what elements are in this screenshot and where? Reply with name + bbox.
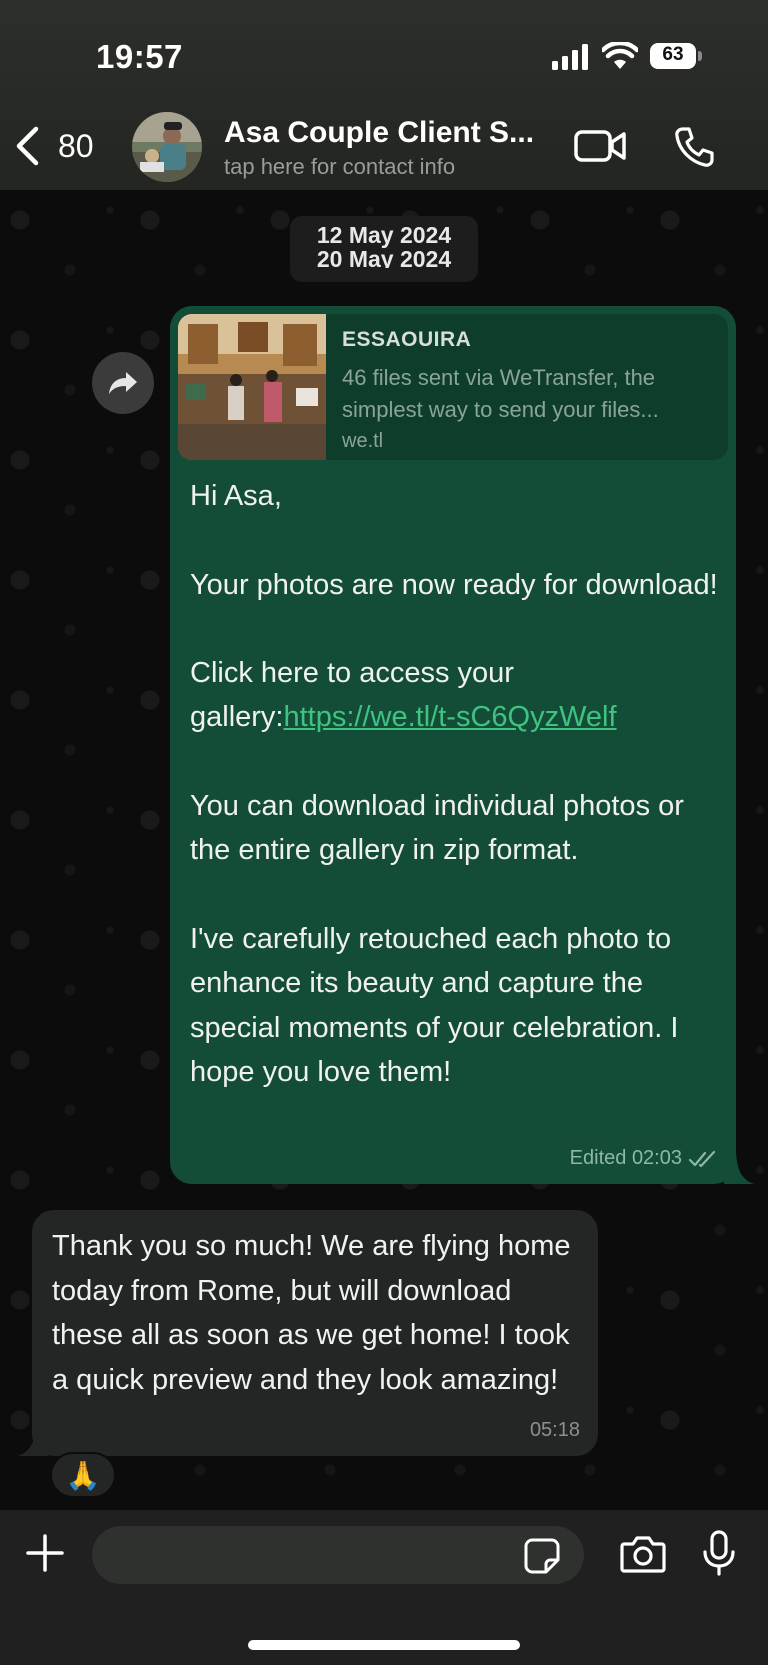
message-paragraph: Your photos are now ready for download! [190,568,718,601]
contact-info-hint[interactable]: tap here for contact info [224,154,455,180]
link-preview-card[interactable]: ESSAOUIRA 46 files sent via WeTransfer, … [178,314,728,460]
wifi-icon [602,42,638,69]
contact-name[interactable]: Asa Couple Client S... [224,116,534,150]
outgoing-message[interactable]: ESSAOUIRA 46 files sent via WeTransfer, … [170,306,736,1184]
phone-icon[interactable] [674,126,714,168]
home-indicator [248,1640,520,1650]
praying-hands-emoji: 🙏 [65,1459,101,1491]
date-label: 12 May 2024 [316,222,452,248]
message-input[interactable] [92,1526,584,1584]
link-preview-title: ESSAOUIRA [342,328,472,351]
sticker-icon[interactable] [524,1538,560,1574]
contact-avatar[interactable] [132,112,202,182]
video-camera-icon[interactable] [574,128,626,164]
date-label-overlap: 20 May 2024 [316,246,452,268]
gallery-link[interactable]: https://we.tl/t-sC6QyzWelf [284,701,617,733]
message-greeting: Hi Asa, [190,480,282,512]
plus-icon[interactable] [26,1534,64,1572]
chevron-left-icon [16,126,39,166]
forward-button[interactable] [92,352,154,414]
message-body: Thank you so much! We are flying home to… [52,1230,571,1396]
back-button[interactable]: 80 [14,124,94,168]
battery-icon: 63 [650,43,702,69]
link-preview-domain: we.tl [342,430,384,452]
incoming-message[interactable]: Thank you so much! We are flying home to… [32,1210,598,1456]
message-timestamp: 05:18 [529,1419,580,1441]
avatar-image [132,112,202,182]
battery-level: 63 [662,44,684,65]
cellular-signal-icon [552,44,588,70]
edited-timestamp: Edited 02:03 [569,1147,682,1169]
message-paragraph: I've carefully retouched each photo to e… [190,922,679,1088]
message-paragraph: You can download individual photos or th… [190,790,684,867]
message-body: Hi Asa, Your photos are now ready for do… [190,474,720,1094]
camera-icon[interactable] [620,1534,666,1574]
unread-count: 80 [58,127,94,164]
link-preview-thumbnail [178,314,326,460]
double-check-icon [688,1150,716,1167]
status-bar: 19:57 63 [0,36,768,76]
message-reaction[interactable]: 🙏 [50,1452,116,1498]
microphone-icon[interactable] [702,1530,736,1576]
forward-arrow-icon [109,372,137,394]
link-preview-description: 46 files sent via WeTransfer, the simple… [342,365,659,422]
date-separator: 12 May 2024 20 May 2024 [290,216,478,282]
status-time: 19:57 [96,38,183,75]
message-meta: Edited 02:03 [570,1147,718,1170]
